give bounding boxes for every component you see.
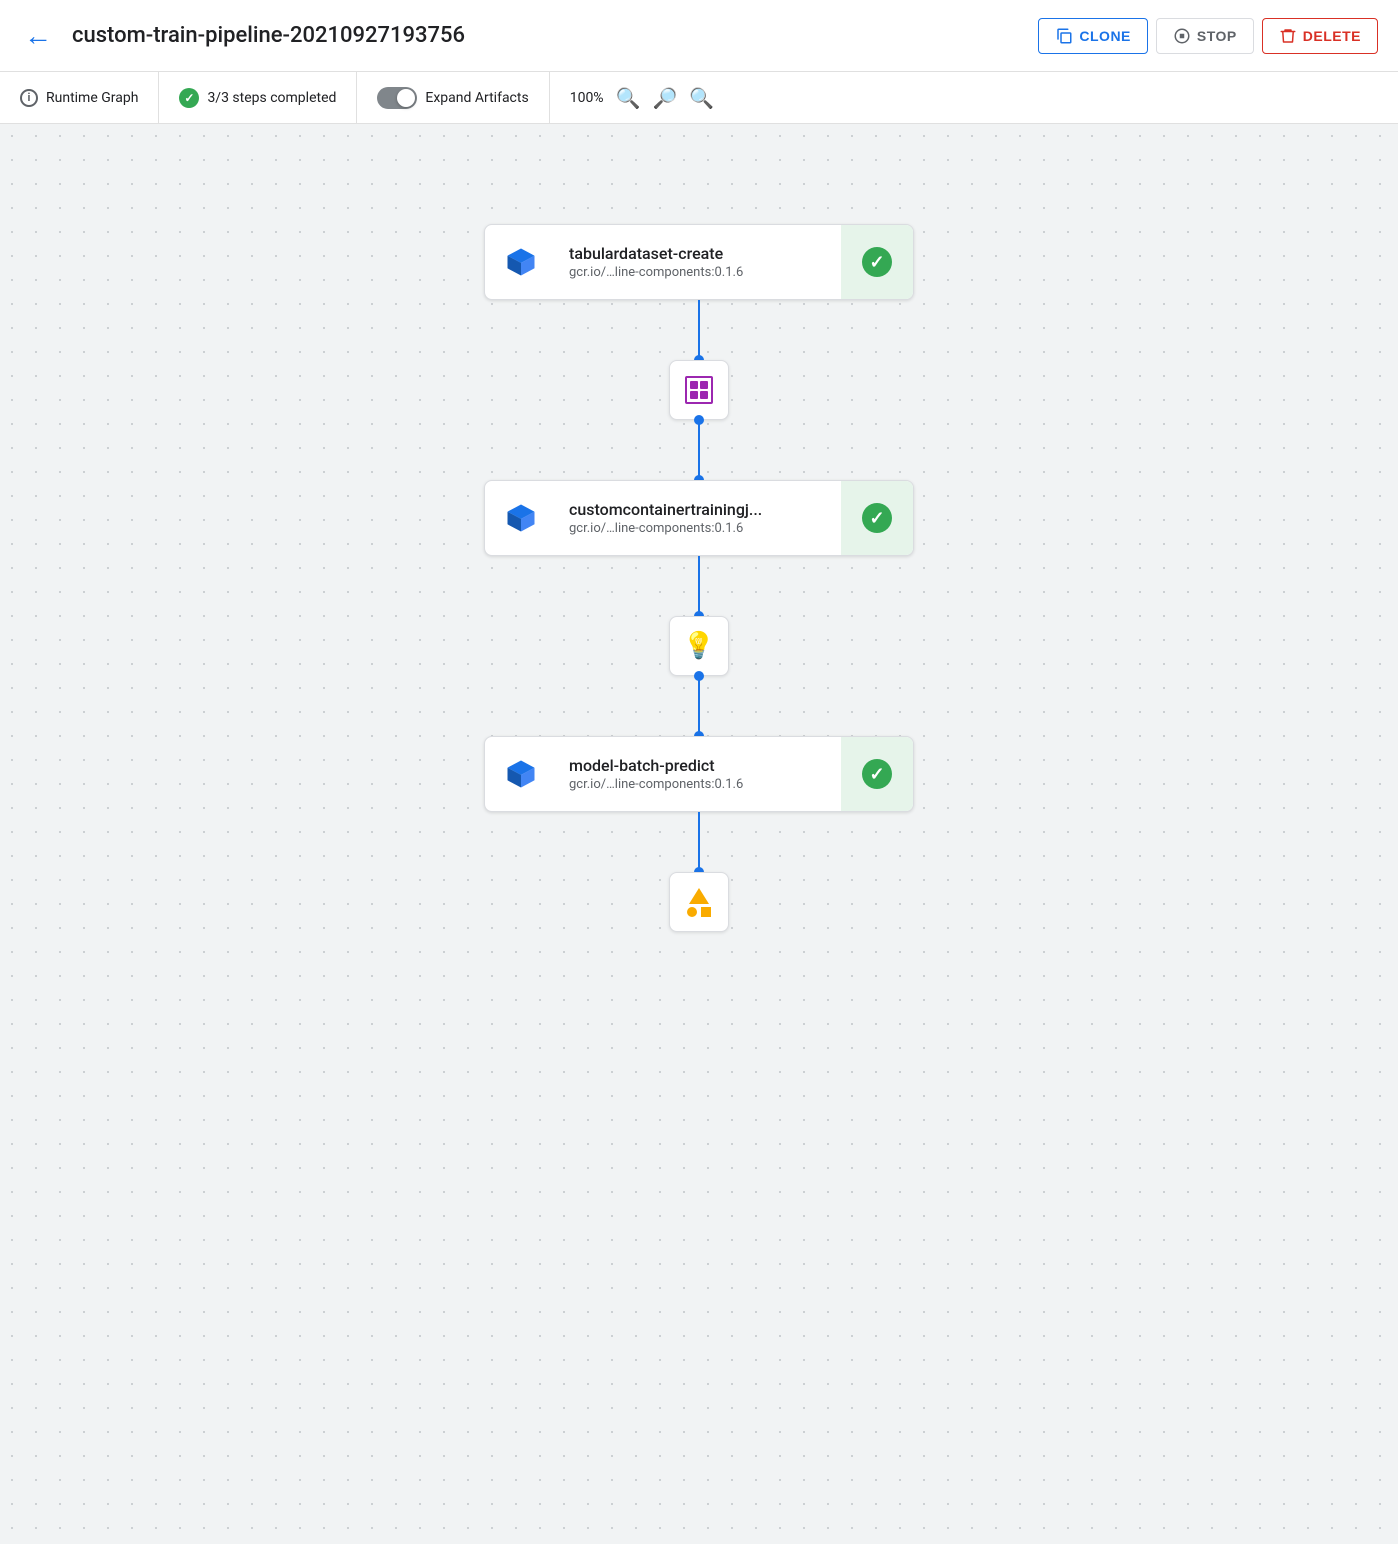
artifact-node-table[interactable] [669, 360, 729, 420]
runtime-graph-btn[interactable]: i Runtime Graph [20, 72, 159, 123]
pipeline-node-customcontainer[interactable]: customcontainertrainingj... gcr.io/…line… [484, 480, 914, 556]
node-name-3: model-batch-predict [569, 756, 829, 775]
node-icon-wrap-3 [485, 737, 557, 811]
connector-dot-4a [694, 671, 704, 681]
expand-artifacts-toggle[interactable] [377, 87, 417, 109]
status-check-3 [862, 759, 892, 789]
node-sub-1: gcr.io/…line-components:0.1.6 [569, 265, 829, 280]
node-icon-wrap-1 [485, 225, 557, 299]
circle-shape [687, 907, 697, 917]
node-content-2: customcontainertrainingj... gcr.io/…line… [557, 492, 841, 544]
clone-button[interactable]: CLONE [1038, 18, 1148, 54]
node-icon-wrap-2 [485, 481, 557, 555]
connector-1 [698, 300, 700, 360]
delete-icon [1279, 27, 1297, 45]
node-status-1 [841, 225, 913, 299]
connector-5 [698, 812, 700, 872]
toggle-knob [397, 89, 415, 107]
back-button[interactable]: ← [20, 15, 56, 56]
info-icon: i [20, 89, 38, 107]
page-title: custom-train-pipeline-20210927193756 [72, 23, 1022, 48]
toolbar: i Runtime Graph 3/3 steps completed Expa… [0, 72, 1398, 124]
node-name-2: customcontainertrainingj... [569, 500, 829, 519]
header: ← custom-train-pipeline-20210927193756 C… [0, 0, 1398, 72]
shapes-icon [687, 888, 711, 917]
shapes-bottom [687, 907, 711, 917]
connector-line-2 [698, 420, 700, 480]
node-content-1: tabulardataset-create gcr.io/…line-compo… [557, 236, 841, 288]
status-check-2 [862, 503, 892, 533]
connector-4 [698, 676, 700, 736]
delete-button[interactable]: DELETE [1262, 18, 1378, 54]
node-sub-3: gcr.io/…line-components:0.1.6 [569, 777, 829, 792]
node-status-2 [841, 481, 913, 555]
cube-icon-2 [503, 500, 539, 536]
stop-button[interactable]: STOP [1156, 18, 1254, 54]
steps-completed: 3/3 steps completed [159, 72, 357, 123]
pipeline-node-tabulardataset-create[interactable]: tabulardataset-create gcr.io/…line-compo… [484, 224, 914, 300]
zoom-fit-icon[interactable]: 🔍 [689, 86, 714, 110]
zoom-in-icon[interactable]: 🔍 [616, 86, 641, 110]
connector-line-5 [698, 812, 700, 872]
connector-line-4 [698, 676, 700, 736]
connector-line-1 [698, 300, 700, 360]
table-icon [685, 376, 713, 404]
expand-artifacts-toggle-wrap: Expand Artifacts [357, 72, 549, 123]
node-content-3: model-batch-predict gcr.io/…line-compone… [557, 748, 841, 800]
node-status-3 [841, 737, 913, 811]
triangle-shape [689, 888, 709, 904]
cube-icon-3 [503, 756, 539, 792]
pipeline-container: tabulardataset-create gcr.io/…line-compo… [449, 224, 949, 932]
square-shape [701, 907, 711, 917]
artifact-node-shapes[interactable] [669, 872, 729, 932]
steps-check-icon [179, 88, 199, 108]
zoom-value: 100% [570, 90, 604, 106]
node-name-1: tabulardataset-create [569, 244, 829, 263]
zoom-controls: 100% 🔍 🔎 🔍 [550, 72, 735, 123]
stop-icon [1173, 27, 1191, 45]
cube-icon-1 [503, 244, 539, 280]
bulb-icon: 💡 [683, 631, 715, 661]
status-check-1 [862, 247, 892, 277]
pipeline-node-model-batch-predict[interactable]: model-batch-predict gcr.io/…line-compone… [484, 736, 914, 812]
connector-3 [698, 556, 700, 616]
node-sub-2: gcr.io/…line-components:0.1.6 [569, 521, 829, 536]
connector-dot-2a [694, 415, 704, 425]
header-actions: CLONE STOP DELETE [1038, 18, 1378, 54]
zoom-out-icon[interactable]: 🔎 [652, 86, 677, 110]
pipeline-canvas: tabulardataset-create gcr.io/…line-compo… [0, 124, 1398, 1544]
clone-icon [1055, 27, 1073, 45]
connector-line-3 [698, 556, 700, 616]
connector-2 [698, 420, 700, 480]
artifact-node-bulb[interactable]: 💡 [669, 616, 729, 676]
